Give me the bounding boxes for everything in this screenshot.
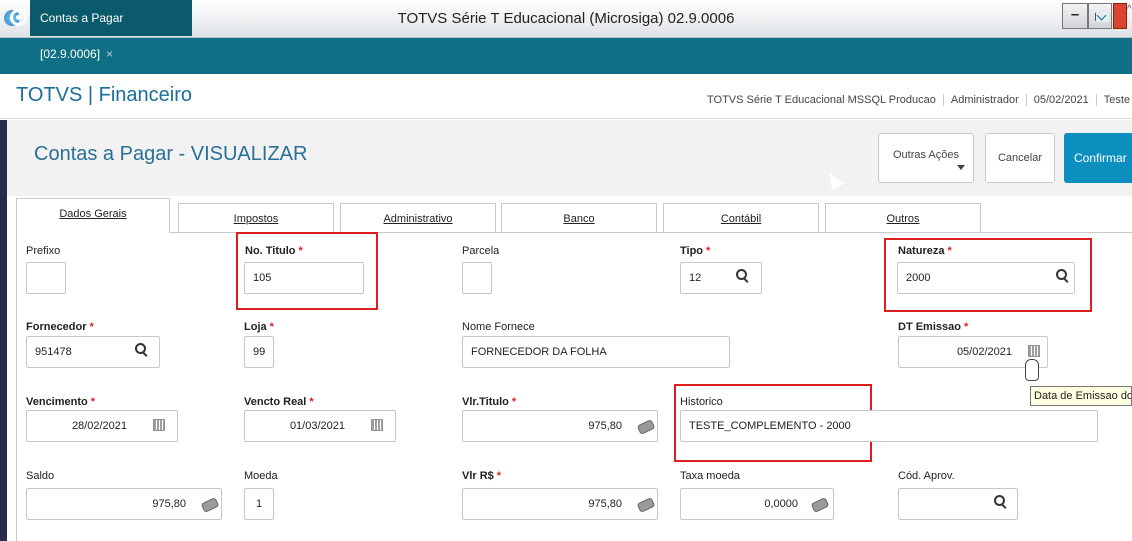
search-icon[interactable]	[994, 495, 1008, 509]
vencto-real-label-text: Vencto Real	[244, 396, 307, 408]
vlr-rs-label-text: Vlr R$	[462, 470, 494, 482]
parcela-label: Parcela	[462, 245, 500, 257]
taxa-moeda-label: Taxa moeda	[680, 470, 740, 482]
moeda-label: Moeda	[244, 470, 278, 482]
required-mark: *	[947, 245, 952, 257]
vlr-titulo-label: Vlr.Titulo *	[462, 396, 516, 408]
page-title: Contas a Pagar - VISUALIZAR	[34, 143, 308, 165]
calendar-icon[interactable]	[153, 419, 165, 431]
loja-label-text: Loja	[244, 321, 267, 333]
prefixo-input[interactable]	[26, 262, 66, 294]
tooltip: Data de Emissao do Titulo	[1030, 386, 1132, 406]
minimize-button[interactable]: –	[1062, 3, 1088, 29]
required-mark: *	[309, 396, 314, 408]
vlr-rs-label: Vlr R$ *	[462, 470, 501, 482]
prefixo-label: Prefixo	[26, 245, 61, 257]
natureza-input[interactable]: 2000	[897, 262, 1075, 294]
saldo-label: Saldo	[26, 470, 55, 482]
totvs-logo-icon[interactable]	[10, 9, 27, 26]
scroll-up-arrow[interactable]: ^	[1127, 4, 1132, 28]
confirm-button[interactable]: Confirmar	[1064, 133, 1132, 183]
loja-input[interactable]: 99	[244, 336, 274, 368]
tab-dados-gerais[interactable]: Dados Gerais	[16, 198, 170, 233]
app-title: TOTVS | Financeiro	[16, 84, 192, 106]
tab-administrativo[interactable]: Administrativo	[340, 203, 496, 233]
vencimento-label-text: Vencimento	[26, 396, 88, 408]
no-titulo-label: No. Titulo *	[245, 245, 303, 257]
tab-impostos[interactable]: Impostos	[178, 203, 334, 233]
dt-emissao-label: DT Emissao *	[898, 321, 968, 333]
cod-aprov-label: Cód. Aprov.	[898, 470, 955, 482]
vencimento-label: Vencimento *	[26, 396, 95, 408]
close-button[interactable]	[1113, 3, 1127, 29]
required-mark: *	[298, 245, 303, 257]
nome-fornece-input[interactable]: FORNECEDOR DA FOLHA	[462, 336, 730, 368]
search-icon[interactable]	[135, 343, 149, 357]
tab-outros[interactable]: Outros	[825, 203, 981, 233]
window-left-edge	[0, 120, 7, 541]
vlr-titulo-label-text: Vlr.Titulo	[462, 396, 509, 408]
parcela-input[interactable]	[462, 262, 492, 294]
fornecedor-label: Fornecedor *	[26, 321, 94, 333]
document-tab-bar	[0, 38, 1132, 74]
chevron-down-icon	[957, 165, 965, 170]
search-icon[interactable]	[736, 269, 750, 283]
historico-label: Historico	[680, 396, 723, 408]
tipo-label-text: Tipo	[680, 245, 704, 257]
required-mark: *	[90, 396, 96, 408]
close-tab-icon[interactable]: ×	[106, 47, 113, 61]
hand-pointer-icon	[1025, 359, 1039, 381]
no-titulo-label-text: No. Titulo	[245, 245, 296, 257]
environment-name: TOTVS Série T Educacional MSSQL Producao	[707, 94, 936, 106]
dt-emissao-label-text: DT Emissao	[898, 321, 961, 333]
document-tab-contas-a-pagar[interactable]: Contas a Pagar [02.9.0006] ×	[30, 0, 192, 61]
loja-label: Loja *	[244, 321, 274, 333]
required-mark: *	[269, 321, 274, 333]
vencto-real-label: Vencto Real *	[244, 396, 314, 408]
natureza-label-text: Natureza	[898, 245, 945, 257]
required-mark: *	[706, 245, 711, 257]
calendar-icon[interactable]	[371, 419, 383, 431]
system-date: 05/02/2021	[1025, 94, 1096, 106]
moeda-input[interactable]: 1	[244, 488, 274, 520]
fornecedor-label-text: Fornecedor	[26, 321, 87, 333]
vlr-rs-input[interactable]: 975,80	[462, 488, 658, 520]
mail-icon[interactable]	[1096, 12, 1109, 22]
required-mark: *	[963, 321, 969, 333]
company-branch: Teste / M	[1095, 94, 1132, 106]
header-info: TOTVS Série T Educacional MSSQL Producao…	[700, 94, 1132, 112]
no-titulo-input[interactable]: 105	[244, 262, 364, 294]
tab-contabil[interactable]: Contábil	[663, 203, 819, 233]
tipo-label: Tipo *	[680, 245, 710, 257]
historico-input[interactable]: TESTE_COMPLEMENTO - 2000	[680, 410, 1098, 442]
required-mark: *	[511, 396, 517, 408]
natureza-label: Natureza *	[898, 245, 952, 257]
nome-fornece-label: Nome Fornece	[462, 321, 535, 333]
search-icon[interactable]	[1056, 269, 1070, 283]
outras-acoes-button[interactable]: Outras Ações	[878, 133, 974, 183]
cancel-button[interactable]: Cancelar	[985, 133, 1055, 183]
vlr-titulo-input[interactable]: 975,80	[462, 410, 658, 442]
user-name: Administrador	[942, 94, 1026, 106]
tab-banco[interactable]: Banco	[501, 203, 657, 233]
required-mark: *	[89, 321, 94, 333]
required-mark: *	[496, 470, 502, 482]
calendar-icon[interactable]	[1028, 345, 1040, 357]
outras-acoes-label: Outras Ações	[892, 149, 960, 161]
saldo-input[interactable]: 975,80	[26, 488, 222, 520]
